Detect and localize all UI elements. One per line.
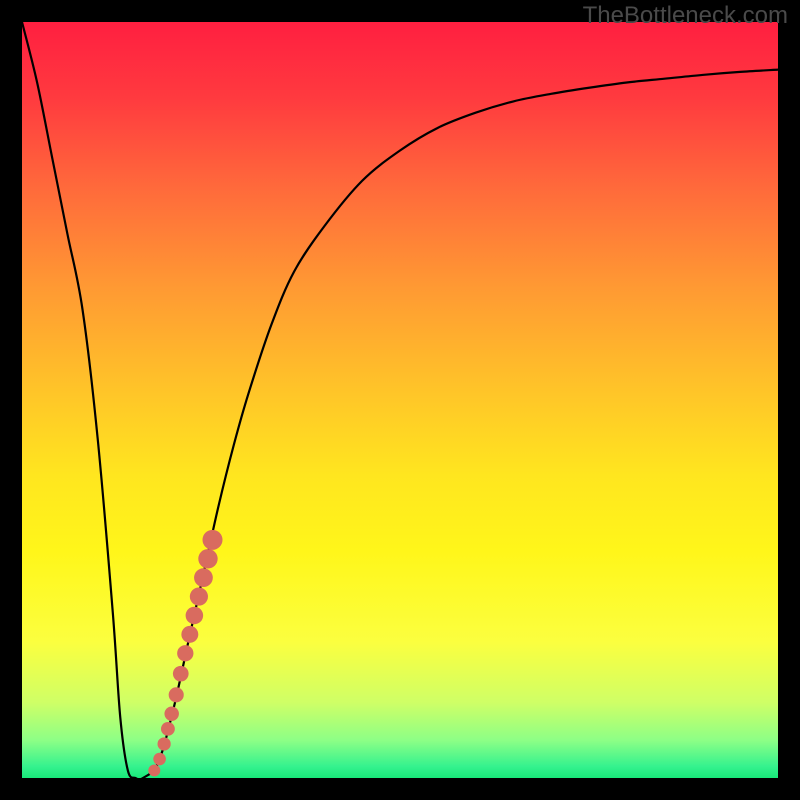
- marker-dot: [161, 722, 175, 736]
- chart-plot-area: [22, 22, 778, 778]
- marker-dot: [203, 530, 223, 550]
- marker-dot: [190, 587, 208, 605]
- marker-dot: [177, 645, 193, 661]
- marker-dot: [181, 626, 198, 643]
- marker-dot: [169, 687, 184, 702]
- marker-dot: [198, 549, 217, 568]
- highlight-markers: [148, 530, 222, 777]
- chart-curve-layer: [22, 22, 778, 778]
- marker-dot: [158, 737, 171, 750]
- marker-dot: [148, 764, 160, 776]
- watermark-text: TheBottleneck.com: [583, 2, 788, 30]
- bottleneck-curve: [22, 22, 778, 778]
- marker-dot: [186, 607, 204, 625]
- marker-dot: [194, 568, 213, 587]
- marker-dot: [173, 666, 189, 682]
- marker-dot: [164, 707, 178, 721]
- marker-dot: [153, 753, 166, 766]
